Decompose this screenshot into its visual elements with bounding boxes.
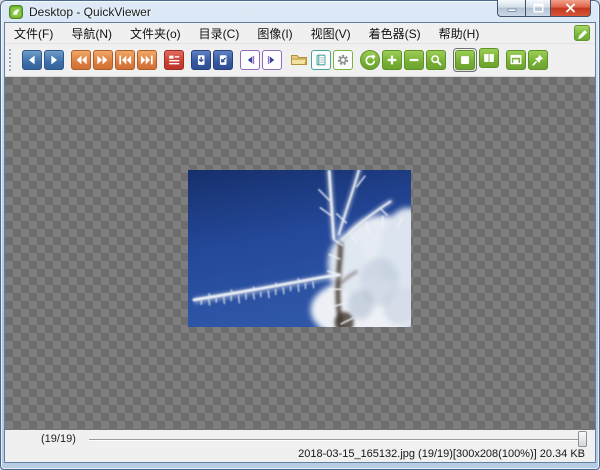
folder-prev-icon — [247, 56, 255, 64]
menu-item-navigation[interactable]: 导航(N) — [62, 23, 121, 44]
book-prev-icon — [219, 55, 227, 65]
tool-bar — [5, 44, 595, 77]
list-group — [164, 50, 184, 70]
page-slider-handle[interactable] — [578, 431, 587, 447]
maximize-button[interactable] — [525, 0, 551, 17]
arrow-right-icon — [51, 55, 58, 65]
nav-group — [22, 50, 64, 70]
zoom-search-button[interactable] — [426, 50, 446, 70]
skip-to-end-icon — [140, 55, 153, 65]
page-slider[interactable] — [89, 439, 581, 440]
fast-backward-button[interactable] — [71, 50, 91, 70]
zoom-out-button[interactable] — [404, 50, 424, 70]
close-button[interactable] — [551, 0, 591, 17]
first-image-button[interactable] — [115, 50, 135, 70]
menu-item-file[interactable]: 文件(F) — [5, 23, 62, 44]
refresh-icon — [365, 54, 376, 66]
viewer-area[interactable] — [5, 77, 595, 430]
reload-button[interactable] — [360, 50, 380, 70]
title-bar[interactable]: Desktop - QuickViewer — [1, 0, 599, 22]
list-icon — [169, 55, 180, 65]
minimize-icon — [507, 8, 516, 12]
prev-image-button[interactable] — [22, 50, 42, 70]
catalog-button[interactable] — [311, 50, 331, 70]
file-list-button[interactable] — [164, 50, 184, 70]
menu-bar: 文件(F) 导航(N) 文件夹(o) 目录(C) 图像(I) 视图(V) 着色器… — [5, 23, 595, 44]
zoom-group — [360, 50, 446, 70]
minimize-button[interactable] — [497, 0, 525, 17]
book-next-icon — [197, 55, 205, 65]
shader-edit-button[interactable] — [574, 25, 590, 41]
double-arrow-right-icon — [97, 55, 108, 65]
fit-square-icon — [461, 56, 469, 64]
fit-group — [453, 48, 499, 72]
folder-nav-group — [240, 50, 282, 70]
arrow-left-icon — [28, 55, 35, 65]
toolbar-grip[interactable] — [9, 49, 15, 71]
fast-forward-button[interactable] — [93, 50, 113, 70]
photo-image[interactable] — [188, 170, 411, 327]
pencil-icon — [576, 29, 587, 39]
stay-on-top-button[interactable] — [528, 50, 548, 70]
menu-item-shader[interactable]: 着色器(S) — [360, 23, 430, 44]
app-icon — [9, 4, 23, 19]
prev-folder-button[interactable] — [240, 50, 260, 70]
window-controls — [497, 0, 591, 17]
double-arrow-left-icon — [76, 55, 87, 65]
status-text: 2018-03-15_165132.jpg (19/19)[300x208(10… — [298, 448, 585, 460]
next-volume-button[interactable] — [191, 50, 211, 70]
folder-next-icon — [267, 56, 275, 64]
status-bar: (19/19) 2018-03-15_165132.jpg (19/19)[30… — [5, 430, 595, 462]
notebook-icon — [316, 54, 326, 66]
zoom-in-button[interactable] — [382, 50, 402, 70]
window-content: 文件(F) 导航(N) 文件夹(o) 目录(C) 图像(I) 视图(V) 着色器… — [4, 22, 596, 463]
menu-item-catalog[interactable]: 目录(C) — [190, 23, 249, 44]
open-folder-button[interactable] — [289, 50, 309, 70]
next-image-button[interactable] — [44, 50, 64, 70]
close-icon — [566, 3, 575, 13]
view-group — [506, 50, 548, 70]
minus-icon — [409, 58, 419, 62]
page-indicator: (19/19) — [41, 433, 76, 445]
maximize-icon — [533, 3, 544, 13]
magnifier-icon — [431, 55, 442, 66]
fit-window-button[interactable] — [455, 50, 475, 70]
plus-icon — [387, 55, 397, 65]
menu-item-view[interactable]: 视图(V) — [302, 23, 360, 44]
gear-icon — [337, 54, 349, 66]
menu-item-folder[interactable]: 文件夹(o) — [121, 23, 190, 44]
menu-item-image[interactable]: 图像(I) — [248, 23, 301, 44]
spread-view-button[interactable] — [479, 48, 499, 68]
settings-button[interactable] — [333, 50, 353, 70]
menu-item-help[interactable]: 帮助(H) — [430, 23, 489, 44]
file-group — [289, 50, 353, 70]
last-image-button[interactable] — [137, 50, 157, 70]
fit-window-selected-frame — [453, 48, 477, 72]
skip-to-start-icon — [119, 55, 132, 65]
app-window: Desktop - QuickViewer 文件(F) 导航(N) 文件夹(o)… — [0, 0, 600, 470]
next-folder-button[interactable] — [262, 50, 282, 70]
two-pages-icon — [484, 54, 494, 62]
window-title: Desktop - QuickViewer — [29, 4, 151, 19]
volume-group — [191, 50, 233, 70]
window-icon — [510, 54, 522, 65]
jump-group — [71, 50, 157, 70]
folder-icon — [291, 55, 308, 65]
prev-volume-button[interactable] — [213, 50, 233, 70]
pin-icon — [532, 54, 544, 66]
fullscreen-button[interactable] — [506, 50, 526, 70]
